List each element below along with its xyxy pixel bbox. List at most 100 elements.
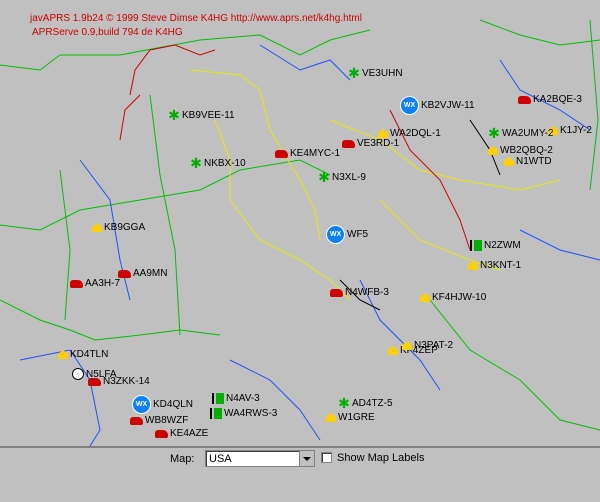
map-controls: Map: USA Show Map Labels	[0, 448, 600, 502]
station-callsign: KA2BQE-3	[533, 94, 582, 105]
station-marker[interactable]: WA4RWS-3	[210, 408, 277, 419]
station-marker[interactable]: AA9MN	[118, 268, 167, 279]
weather-station-icon: WX	[400, 96, 419, 115]
weather-station-icon: WX	[326, 225, 345, 244]
station-callsign: KF4HJW-10	[432, 292, 487, 303]
station-callsign: NKBX-10	[204, 158, 246, 169]
station-callsign: KB2VJW-11	[421, 100, 475, 111]
station-marker[interactable]: WX WF5	[326, 225, 368, 244]
station-callsign: KB9VEE-11	[182, 110, 235, 121]
home-station-icon	[378, 129, 388, 138]
station-callsign: N3XL-9	[332, 172, 366, 183]
station-marker[interactable]: ✱ VE3UHN	[348, 65, 402, 81]
station-callsign: VE3RD-1	[357, 138, 400, 149]
station-marker[interactable]: ✱ AD4TZ-5	[338, 395, 393, 411]
car-icon	[342, 139, 355, 148]
station-callsign: N2ZWM	[484, 240, 521, 251]
digipeater-star-icon: ✱	[168, 107, 180, 123]
digipeater-star-icon: ✱	[488, 125, 500, 141]
station-marker[interactable]: WB2QBQ-2	[488, 145, 553, 156]
station-marker[interactable]: KE4AZE	[155, 428, 208, 439]
car-icon	[118, 269, 131, 278]
station-marker[interactable]: KD4TLN	[58, 349, 108, 360]
home-station-icon	[420, 293, 430, 302]
station-marker[interactable]: ✱ WA2UMY-2	[488, 125, 554, 141]
show-map-labels-checkbox[interactable]	[321, 452, 332, 463]
station-callsign: N4WFB-3	[345, 287, 389, 298]
show-map-labels-label[interactable]: Show Map Labels	[337, 452, 424, 464]
station-marker[interactable]: K1JY-2	[548, 125, 592, 136]
home-station-icon	[92, 223, 102, 232]
map-select[interactable]: USA	[205, 450, 315, 467]
station-marker[interactable]: KE4MYC-1	[275, 148, 340, 159]
map-select-value: USA	[209, 453, 232, 465]
station-callsign: AA9MN	[133, 268, 168, 279]
station-marker[interactable]: AA3H-7	[70, 278, 120, 289]
dropdown-arrow-icon[interactable]	[299, 451, 314, 466]
station-callsign: N3PAT-2	[414, 340, 454, 351]
home-station-icon	[488, 146, 498, 155]
station-marker[interactable]: N3PAT-2	[402, 340, 453, 351]
station-marker[interactable]: ✱ KB9VEE-11	[168, 107, 235, 123]
station-marker[interactable]: N1WTD	[504, 156, 552, 167]
station-callsign: N3KNT-1	[480, 260, 522, 271]
station-marker[interactable]: WX KD4QLN	[132, 395, 193, 414]
station-callsign: WF5	[347, 229, 369, 240]
station-callsign: WB2QBQ-2	[500, 145, 553, 156]
station-callsign: KD4TLN	[70, 349, 109, 360]
station-callsign: K1JY-2	[560, 125, 592, 136]
station-marker[interactable]: KA2BQE-3	[518, 94, 582, 105]
station-callsign: KD4QLN	[153, 399, 194, 410]
station-callsign: AD4TZ-5	[352, 398, 393, 409]
flag-icon	[212, 393, 224, 404]
home-station-icon	[504, 157, 514, 166]
digipeater-star-icon: ✱	[338, 395, 350, 411]
station-marker[interactable]: N2ZWM	[470, 240, 521, 251]
javaprs-window: javAPRS 1.9b24 © 1999 Steve Dimse K4HG h…	[0, 0, 600, 502]
station-callsign: N1WTD	[516, 156, 552, 167]
station-marker[interactable]: W1GRE	[326, 412, 375, 423]
weather-station-icon: WX	[132, 395, 151, 414]
station-marker[interactable]: N3KNT-1	[468, 260, 521, 271]
station-callsign: N4AV-3	[226, 393, 260, 404]
car-icon	[518, 95, 531, 104]
station-marker[interactable]: N4WFB-3	[330, 287, 389, 298]
home-station-icon	[468, 261, 478, 270]
home-station-icon	[58, 350, 68, 359]
station-callsign: WA4RWS-3	[224, 408, 278, 419]
station-callsign: WA2UMY-2	[502, 128, 554, 139]
station-callsign: KB9GGA	[104, 222, 146, 233]
flag-icon	[210, 408, 222, 419]
station-callsign: KE4MYC-1	[290, 148, 341, 159]
digipeater-star-icon: ✱	[190, 155, 202, 171]
digipeater-star-icon: ✱	[318, 169, 330, 185]
station-marker[interactable]: WB8WZF	[130, 415, 188, 426]
car-icon	[155, 429, 168, 438]
car-icon	[275, 149, 288, 158]
credit-line-2: APRServe 0.9,build 794 de K4HG	[32, 27, 183, 38]
digipeater-star-icon: ✱	[348, 65, 360, 81]
station-marker[interactable]: ✱ N3XL-9	[318, 169, 366, 185]
station-marker[interactable]: KB9GGA	[92, 222, 145, 233]
car-icon	[70, 279, 83, 288]
aprs-map[interactable]: javAPRS 1.9b24 © 1999 Steve Dimse K4HG h…	[0, 0, 600, 448]
station-marker[interactable]: ✱ NKBX-10	[190, 155, 246, 171]
digi-node-icon	[72, 368, 84, 380]
station-marker[interactable]: N5LFA	[72, 368, 117, 380]
home-station-icon	[388, 346, 398, 355]
station-marker[interactable]: WX KB2VJW-11	[400, 96, 475, 115]
station-callsign: W1GRE	[338, 412, 375, 423]
station-callsign: WB8WZF	[145, 415, 189, 426]
station-marker[interactable]: KF4HJW-10	[420, 292, 486, 303]
car-icon	[130, 416, 143, 425]
flag-icon	[470, 240, 482, 251]
home-station-icon	[326, 413, 336, 422]
station-marker[interactable]: VE3RD-1	[342, 138, 399, 149]
station-callsign: N5LFA	[86, 368, 117, 380]
station-callsign: AA3H-7	[85, 278, 121, 289]
map-select-label: Map:	[170, 453, 195, 465]
station-marker[interactable]: N4AV-3	[212, 393, 260, 404]
station-callsign: KE4AZE	[170, 428, 209, 439]
car-icon	[330, 288, 343, 297]
home-station-icon	[402, 341, 412, 350]
